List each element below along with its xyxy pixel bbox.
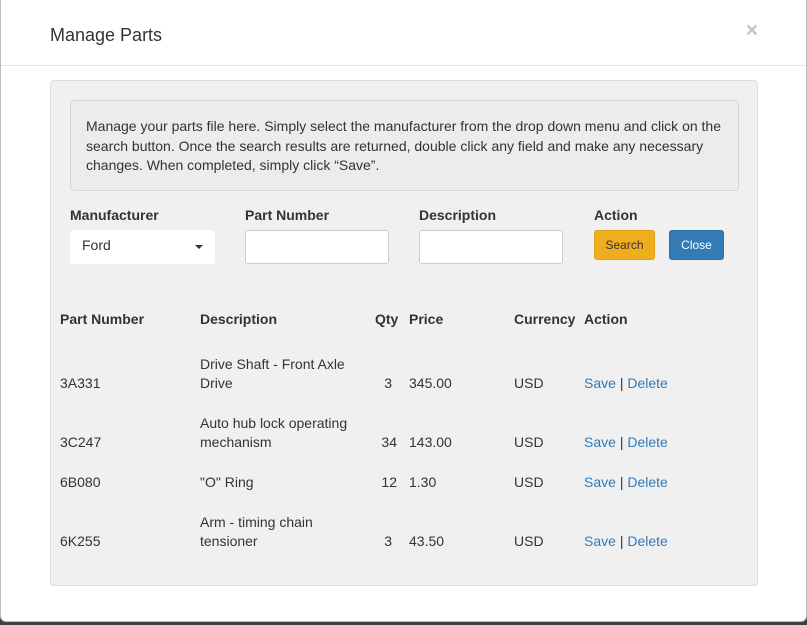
action-separator: | <box>619 375 624 391</box>
cell-description: Auto hub lock operating mechanism <box>200 415 348 450</box>
delete-link[interactable]: Delete <box>627 533 667 549</box>
cell-currency: USD <box>514 533 544 549</box>
cell-part-number: 3A331 <box>60 375 101 391</box>
cell-part-number: 6B080 <box>60 474 101 490</box>
cell-currency: USD <box>514 434 544 450</box>
cell-price: 143.00 <box>409 434 452 450</box>
description-input[interactable] <box>419 230 563 264</box>
cell-qty: 3 <box>384 375 392 391</box>
save-link[interactable]: Save <box>584 533 616 549</box>
close-icon[interactable]: × <box>746 20 758 41</box>
col-header-currency: Currency <box>514 311 576 327</box>
cell-description: Drive Shaft - Front Axle Drive <box>200 356 345 391</box>
part-number-input[interactable] <box>245 230 389 264</box>
action-separator: | <box>619 533 624 549</box>
cell-description: Arm - timing chain tensioner <box>200 514 313 549</box>
cell-price: 345.00 <box>409 375 452 391</box>
save-link[interactable]: Save <box>584 375 616 391</box>
cell-action: Save | Delete <box>584 473 668 492</box>
manufacturer-label: Manufacturer <box>70 207 159 223</box>
cell-currency: USD <box>514 375 544 391</box>
cell-price: 1.30 <box>409 474 437 490</box>
delete-link[interactable]: Delete <box>627 375 667 391</box>
cell-qty: 3 <box>384 533 392 549</box>
caret-down-icon <box>195 245 203 249</box>
search-button[interactable]: Search <box>594 230 655 260</box>
cell-action: Save | Delete <box>584 532 668 551</box>
cell-qty: 34 <box>381 434 397 450</box>
modal-header: Manage Parts × <box>1 0 806 66</box>
col-header-qty: Qty <box>375 311 399 327</box>
cell-part-number: 3C247 <box>60 434 102 450</box>
manufacturer-selected-value: Ford <box>82 237 111 253</box>
action-separator: | <box>619 474 624 490</box>
col-header-part-number: Part Number <box>60 311 145 327</box>
cell-price: 43.50 <box>409 533 445 549</box>
action-label: Action <box>594 207 638 223</box>
save-link[interactable]: Save <box>584 474 616 490</box>
col-header-description: Description <box>200 311 278 327</box>
instructions-box: Manage your parts file here. Simply sele… <box>70 100 739 191</box>
col-header-price: Price <box>409 311 444 327</box>
cell-qty: 12 <box>381 474 397 490</box>
delete-link[interactable]: Delete <box>627 434 667 450</box>
close-button[interactable]: Close <box>669 230 724 260</box>
manufacturer-select[interactable]: Ford <box>70 230 215 264</box>
modal-title: Manage Parts <box>50 25 163 45</box>
cell-currency: USD <box>514 474 544 490</box>
save-link[interactable]: Save <box>584 434 616 450</box>
description-label: Description <box>419 207 497 223</box>
part-number-label: Part Number <box>245 207 330 223</box>
manage-parts-modal: Manage Parts × Manage your parts file he… <box>0 0 807 622</box>
cell-part-number: 6K255 <box>60 533 101 549</box>
cell-action: Save | Delete <box>584 374 668 393</box>
cell-description: "O" Ring <box>200 474 254 490</box>
parts-panel: Manage your parts file here. Simply sele… <box>50 80 758 586</box>
col-header-action: Action <box>584 311 628 327</box>
cell-action: Save | Delete <box>584 433 668 452</box>
action-separator: | <box>619 434 624 450</box>
delete-link[interactable]: Delete <box>627 474 667 490</box>
